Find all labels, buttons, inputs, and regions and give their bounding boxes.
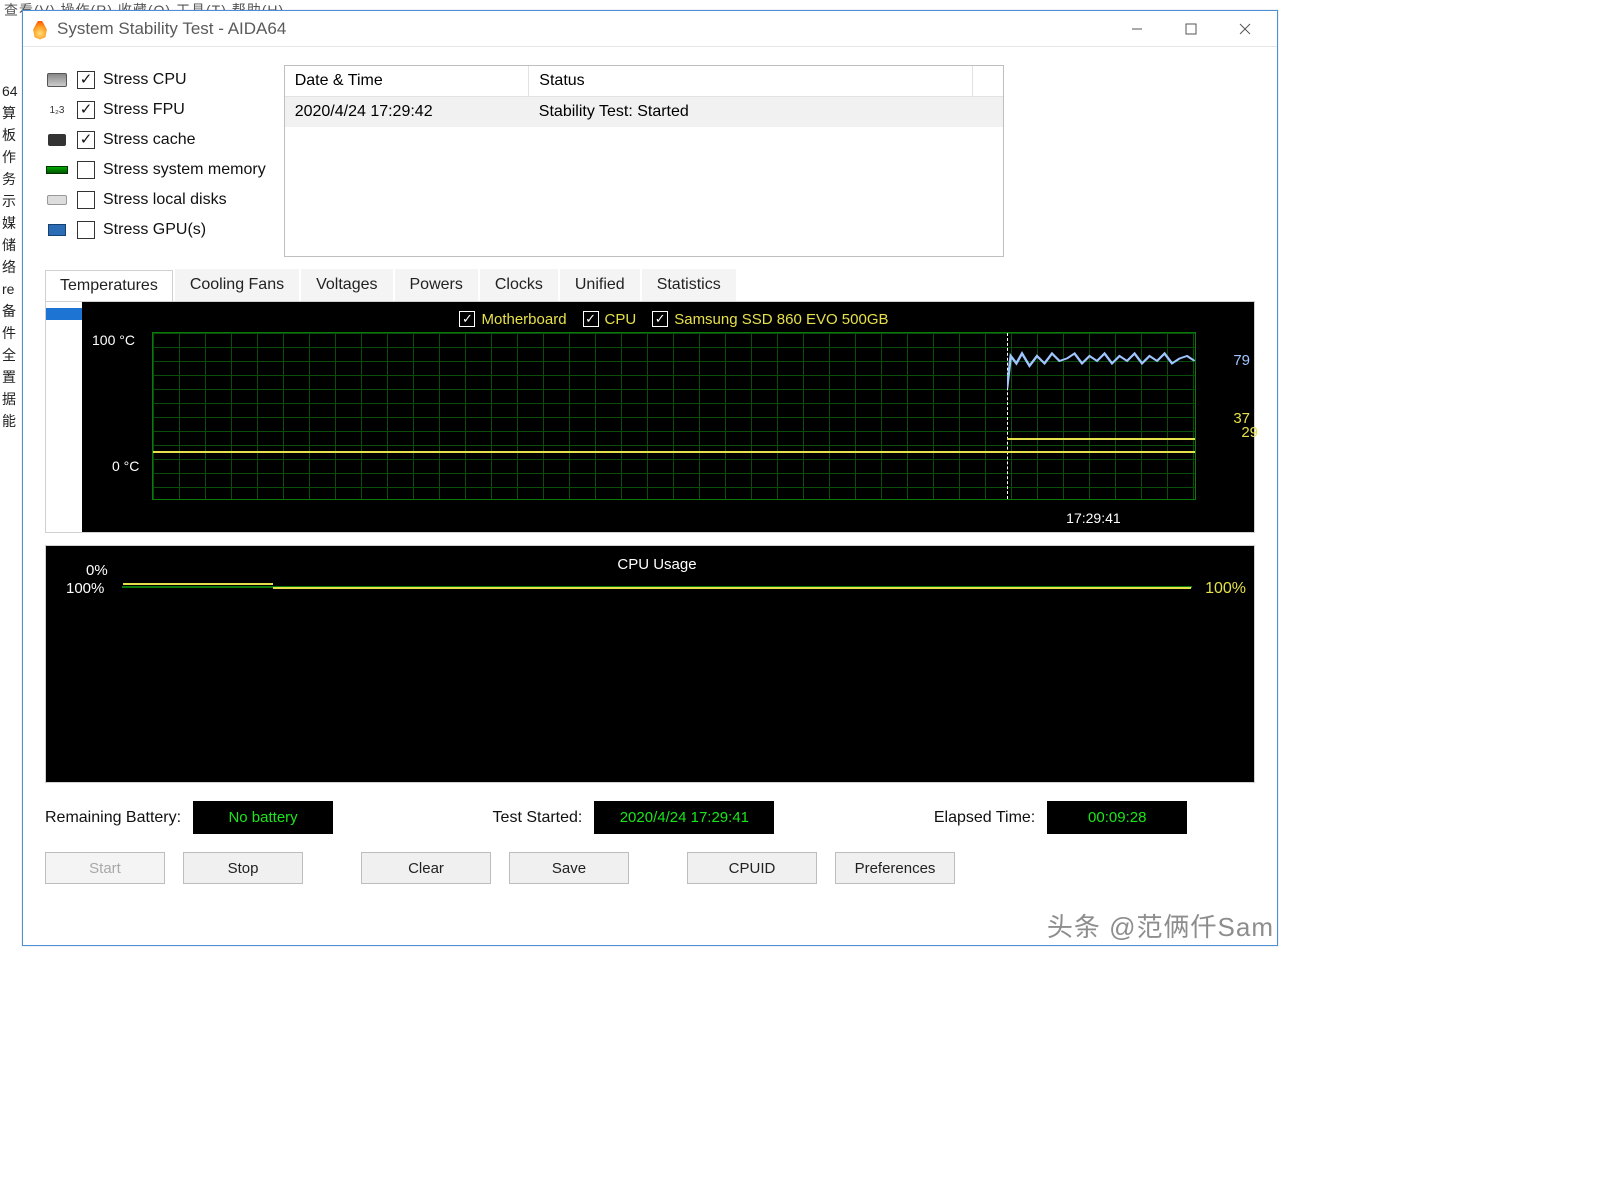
stability-test-window: System Stability Test - AIDA64 Stress CP… <box>22 10 1278 946</box>
temp-line-ssd <box>153 451 1195 453</box>
window-controls <box>1121 17 1269 41</box>
stress-option-cpu: Stress CPU <box>45 65 266 95</box>
stress-option-gpu: Stress GPU(s) <box>45 215 266 245</box>
usage-current-value: 100% <box>1205 580 1246 598</box>
temp-x-marker-label: 17:29:41 <box>1066 510 1121 526</box>
tab-powers[interactable]: Powers <box>395 269 478 301</box>
legend-label: CPU <box>605 311 637 328</box>
battery-value: No battery <box>193 801 333 834</box>
log-header-status[interactable]: Status <box>529 66 973 97</box>
disk-icon <box>45 191 69 209</box>
stress-label: Stress local disks <box>103 191 227 209</box>
legend-label: Motherboard <box>481 311 566 328</box>
titlebar[interactable]: System Stability Test - AIDA64 <box>23 11 1277 47</box>
stress-checkbox-fpu[interactable] <box>77 101 95 119</box>
window-title: System Stability Test - AIDA64 <box>57 19 1121 39</box>
temperature-chart: MotherboardCPUSamsung SSD 860 EVO 500GB … <box>45 301 1255 533</box>
cpu-usage-title: CPU Usage <box>122 552 1192 573</box>
stress-checkbox-cache[interactable] <box>77 131 95 149</box>
legend-checkbox[interactable] <box>583 311 599 327</box>
stress-option-disk: Stress local disks <box>45 185 266 215</box>
temp-line-motherboard <box>1007 438 1195 440</box>
cpu-usage-grid <box>122 586 1192 588</box>
test-started-label: Test Started: <box>493 809 583 827</box>
preferences-button[interactable]: Preferences <box>835 852 955 884</box>
cache-icon <box>45 131 69 149</box>
stress-option-fpu: 1₂3 Stress FPU <box>45 95 266 125</box>
close-button[interactable] <box>1229 17 1261 41</box>
sensor-selection-bar[interactable] <box>46 308 82 320</box>
stress-checkbox-cpu[interactable] <box>77 71 95 89</box>
log-row[interactable]: 2020/4/24 17:29:42Stability Test: Starte… <box>285 97 1003 128</box>
tab-clocks[interactable]: Clocks <box>480 269 558 301</box>
temp-y-min: 0 °C <box>112 458 139 474</box>
stress-label: Stress system memory <box>103 161 266 179</box>
log-header-spacer <box>973 66 1003 97</box>
tab-statistics[interactable]: Statistics <box>642 269 736 301</box>
stress-label: Stress CPU <box>103 71 187 89</box>
usage-y-max: 100% <box>66 580 104 597</box>
temp-value-ssd: 29 <box>1241 424 1258 441</box>
maximize-button[interactable] <box>1175 17 1207 41</box>
usage-y-min: 0% <box>86 562 108 579</box>
legend-checkbox[interactable] <box>652 311 668 327</box>
clear-button[interactable]: Clear <box>361 852 491 884</box>
temp-line-cpu <box>1007 346 1195 396</box>
tab-cooling-fans[interactable]: Cooling Fans <box>175 269 299 301</box>
chart-sidebar[interactable] <box>46 302 82 532</box>
fpu-icon: 1₂3 <box>45 101 69 119</box>
cpuid-button[interactable]: CPUID <box>687 852 817 884</box>
stress-label: Stress GPU(s) <box>103 221 206 239</box>
legend-item-motherboard[interactable]: Motherboard <box>459 311 566 328</box>
tab-voltages[interactable]: Voltages <box>301 269 392 301</box>
elapsed-label: Elapsed Time: <box>934 809 1035 827</box>
status-row: Remaining Battery: No battery Test Start… <box>45 795 1255 848</box>
tab-temperatures[interactable]: Temperatures <box>45 270 173 302</box>
start-button[interactable]: Start <box>45 852 165 884</box>
temp-value-cpu: 79 <box>1233 352 1250 369</box>
background-sidebar-fragment: 64算板作务示媒储络re备件全置据能 <box>0 80 20 432</box>
stress-label: Stress cache <box>103 131 195 149</box>
stress-checkbox-gpu[interactable] <box>77 221 95 239</box>
tab-unified[interactable]: Unified <box>560 269 640 301</box>
stress-options: Stress CPU 1₂3 Stress FPU Stress cache Stres… <box>45 65 266 245</box>
stress-option-ram: Stress system memory <box>45 155 266 185</box>
elapsed-value: 00:09:28 <box>1047 801 1187 834</box>
tab-strip: TemperaturesCooling FansVoltagesPowersCl… <box>45 269 1255 301</box>
cpu-usage-chart: CPU Usage 100% 0% 100% <box>45 545 1255 783</box>
log-table: Date & Time Status 2020/4/24 17:29:42Sta… <box>284 65 1004 257</box>
flame-icon <box>31 18 49 40</box>
temperature-grid <box>152 332 1196 500</box>
test-started-value: 2020/4/24 17:29:41 <box>594 801 774 834</box>
stop-button[interactable]: Stop <box>183 852 303 884</box>
log-header-datetime[interactable]: Date & Time <box>285 66 529 97</box>
legend-checkbox[interactable] <box>459 311 475 327</box>
gpu-icon <box>45 221 69 239</box>
temperature-legend: Motherboard CPU Samsung SSD 860 EVO 500GB <box>152 308 1196 328</box>
legend-item-cpu[interactable]: CPU <box>583 311 637 328</box>
button-row: Start Stop Clear Save CPUID Preferences <box>45 848 1255 886</box>
legend-label: Samsung SSD 860 EVO 500GB <box>674 311 888 328</box>
usage-line-full <box>273 587 1191 589</box>
ram-icon <box>45 161 69 179</box>
log-cell-datetime: 2020/4/24 17:29:42 <box>285 97 529 128</box>
save-button[interactable]: Save <box>509 852 629 884</box>
cpu-icon <box>45 71 69 89</box>
stress-checkbox-ram[interactable] <box>77 161 95 179</box>
minimize-button[interactable] <box>1121 17 1153 41</box>
battery-label: Remaining Battery: <box>45 809 181 827</box>
temp-y-max: 100 °C <box>92 332 135 348</box>
stress-checkbox-disk[interactable] <box>77 191 95 209</box>
stress-option-cache: Stress cache <box>45 125 266 155</box>
legend-item-samsung[interactable]: Samsung SSD 860 EVO 500GB <box>652 311 888 328</box>
log-cell-status: Stability Test: Started <box>529 97 973 128</box>
stress-label: Stress FPU <box>103 101 185 119</box>
usage-line-idle <box>123 583 273 585</box>
